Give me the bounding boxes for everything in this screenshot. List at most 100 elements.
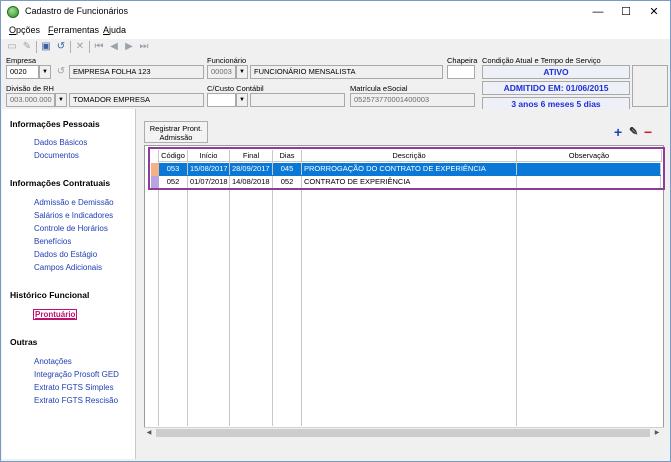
col-descricao[interactable]: Descrição [302, 150, 517, 162]
title-bar: Cadastro de Funcionários — ☐ ✕ [1, 1, 670, 23]
funcionario-dropdown-icon[interactable]: ▼ [236, 65, 248, 79]
cell-descricao: PRORROGAÇÃO DO CONTRATO DE EXPERIÊNCIA [302, 163, 517, 175]
sidebar-item-salarios[interactable]: Salários e Indicadores [34, 211, 113, 220]
col-inicio[interactable]: Início [188, 150, 230, 162]
sidebar: Informações Pessoais Dados Básicos Docum… [2, 109, 136, 459]
undo-icon[interactable]: ↺ [54, 40, 68, 54]
row-marker [151, 176, 159, 189]
add-icon[interactable]: + [614, 125, 622, 139]
sidebar-item-admissao[interactable]: Admissão e Demissão [34, 198, 114, 207]
grid-line [301, 150, 302, 426]
window-title: Cadastro de Funcionários [25, 6, 129, 16]
col-codigo[interactable]: Código [159, 150, 188, 162]
last-record-icon[interactable]: ⏭ [137, 40, 151, 54]
cell-dias: 045 [273, 163, 302, 175]
custo-label: C/Custo Contábil [207, 84, 264, 93]
save-icon[interactable]: ▣ [39, 40, 53, 54]
sidebar-item-documentos[interactable]: Documentos [34, 151, 79, 160]
status-state: ATIVO [482, 65, 630, 79]
col-observacao[interactable]: Observação [517, 150, 662, 162]
first-record-icon[interactable]: ⏮ [92, 40, 106, 54]
app-icon [7, 6, 19, 18]
sidebar-section-outras: Outras [10, 337, 38, 347]
sidebar-item-horarios[interactable]: Controle de Horários [34, 224, 108, 233]
table-row[interactable]: 053 15/08/2017 28/09/2017 045 PRORROGAÇÃ… [159, 163, 661, 176]
next-record-icon[interactable]: ▶ [122, 40, 136, 54]
toolbar-separator [89, 41, 90, 53]
sidebar-section-pessoais: Informações Pessoais [10, 119, 100, 129]
menu-opcoes-label: pções [16, 25, 41, 35]
cell-descricao: CONTRATO DE EXPERIÊNCIA [302, 176, 517, 188]
main-window: Cadastro de Funcionários — ☐ ✕ Opções Fe… [0, 0, 671, 462]
cell-inicio: 15/08/2017 [188, 163, 230, 175]
divisao-dropdown-icon[interactable]: ▼ [55, 93, 67, 107]
menu-ajuda[interactable]: Ajuda [103, 25, 126, 35]
toolbar: ▭ ✎ ▣ ↺ ✕ ⏮ ◀ ▶ ⏭ [1, 39, 670, 55]
status-title: Condição Atual e Tempo de Serviço [482, 56, 601, 65]
sidebar-item-beneficios[interactable]: Benefícios [34, 237, 71, 246]
custo-field[interactable] [207, 93, 236, 107]
maximize-button[interactable]: ☐ [612, 1, 640, 23]
toolbar-separator [36, 41, 37, 53]
divisao-name-field: TOMADOR EMPRESA [69, 93, 204, 107]
cell-inicio: 01/07/2018 [188, 176, 230, 188]
sidebar-item-prontuario[interactable]: Prontuário [33, 309, 78, 320]
minimize-button[interactable]: — [584, 1, 612, 23]
status-admitted: ADMITIDO EM: 01/06/2015 [482, 81, 630, 95]
main-content: Registrar Pront. Admissão + ✎ − Código I… [138, 109, 670, 459]
cell-final: 28/09/2017 [230, 163, 273, 175]
table-row[interactable]: 052 01/07/2018 14/08/2018 052 CONTRATO D… [159, 176, 661, 189]
custo-dropdown-icon[interactable]: ▼ [236, 93, 248, 107]
menu-ajuda-label: juda [109, 25, 127, 35]
row-marker [151, 163, 159, 176]
edit-icon[interactable]: ✎ [20, 40, 34, 54]
remove-icon[interactable]: − [644, 125, 652, 139]
prev-record-icon[interactable]: ◀ [107, 40, 121, 54]
empresa-refresh-icon[interactable]: ↺ [54, 65, 68, 79]
empresa-code-field[interactable]: 0020 [6, 65, 39, 79]
status-side-panel [632, 65, 668, 107]
sidebar-item-campos-adicionais[interactable]: Campos Adicionais [34, 263, 102, 272]
col-dias[interactable]: Dias [273, 150, 302, 162]
scroll-left-icon[interactable]: ◀ [144, 428, 154, 438]
horizontal-scrollbar[interactable]: ◀ ▶ [144, 427, 664, 437]
grid-line [516, 150, 517, 426]
menu-ferramentas[interactable]: Ferramentas [48, 25, 99, 35]
col-final[interactable]: Final [230, 150, 273, 162]
chapeira-field[interactable] [447, 65, 475, 79]
chapeira-label: Chapeira [447, 56, 478, 65]
toolbar-separator [70, 41, 71, 53]
cell-observacao [517, 176, 661, 188]
grid-line [158, 150, 159, 426]
close-button[interactable]: ✕ [640, 1, 668, 23]
sidebar-item-anotacoes[interactable]: Anotações [34, 357, 72, 366]
empresa-dropdown-icon[interactable]: ▼ [39, 65, 51, 79]
menu-opcoes[interactable]: Opções [9, 25, 40, 35]
menu-bar: Opções Ferramentas Ajuda [1, 23, 670, 39]
sidebar-item-dados-basicos[interactable]: Dados Básicos [34, 138, 87, 147]
matricula-field: 052573770001400003 [350, 93, 475, 107]
grid-line [229, 150, 230, 426]
funcionario-label: Funcionário [207, 56, 247, 65]
sidebar-item-fgts-simples[interactable]: Extrato FGTS Simples [34, 383, 114, 392]
delete-icon[interactable]: ✕ [73, 40, 87, 54]
scrollbar-thumb[interactable] [156, 429, 650, 437]
register-admission-button[interactable]: Registrar Pront. Admissão [144, 121, 208, 143]
grid-line [187, 150, 188, 426]
funcionario-name-field: FUNCIONÁRIO MENSALISTA [250, 65, 443, 79]
sidebar-section-historico: Histórico Funcional [10, 290, 90, 300]
sidebar-item-ged[interactable]: Integração Prosoft GED [34, 370, 119, 379]
funcionario-code-field[interactable]: 00003 [207, 65, 236, 79]
cell-codigo: 052 [159, 176, 188, 188]
divisao-code-field[interactable]: 003.000.000 [6, 93, 55, 107]
register-button-line2: Admissão [159, 133, 193, 142]
custo-name-field [250, 93, 345, 107]
new-doc-icon[interactable]: ▭ [5, 40, 19, 54]
edit-record-icon[interactable]: ✎ [629, 125, 638, 139]
cell-final: 14/08/2018 [230, 176, 273, 188]
sidebar-item-estagio[interactable]: Dados do Estágio [34, 250, 97, 259]
divisao-label: Divisão de RH [6, 84, 54, 93]
cell-dias: 052 [273, 176, 302, 188]
scroll-right-icon[interactable]: ▶ [652, 428, 662, 438]
sidebar-item-fgts-rescisao[interactable]: Extrato FGTS Rescisão [34, 396, 118, 405]
